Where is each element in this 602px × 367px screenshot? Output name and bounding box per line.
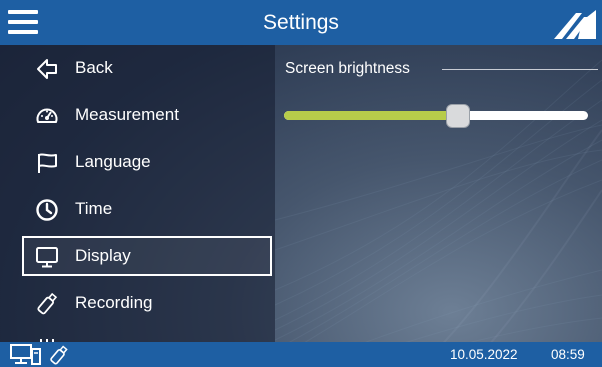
settings-sidebar: Back Measurement Language Time Display R… (0, 45, 275, 342)
sidebar-item-label: Back (75, 58, 113, 77)
usb-stick-icon (37, 292, 58, 315)
sidebar-item-measurement[interactable]: Measurement (22, 95, 272, 135)
slider-fill (284, 111, 458, 120)
sidebar-item-back[interactable]: Back (22, 48, 272, 88)
sidebar-item-label: Display (75, 246, 131, 265)
sidebar-item-label: Measurement (75, 105, 179, 124)
slider-thumb[interactable] (446, 104, 470, 128)
monitor-icon (36, 247, 58, 268)
brand-logo-icon (554, 10, 596, 39)
sidebar-item-language[interactable]: Language (22, 142, 272, 182)
status-time: 08:59 (551, 347, 585, 362)
sidebar-item-label: Time (75, 199, 113, 218)
brightness-slider[interactable] (284, 104, 588, 128)
device-screen: Settings Back Measurement Language Time … (0, 0, 602, 367)
sidebar-item-recording[interactable]: Recording (22, 283, 272, 323)
status-bar: 10.05.2022 08:59 (0, 342, 602, 367)
gauge-icon (36, 108, 58, 123)
sidebar-item-label: Recording (75, 293, 153, 312)
sidebar-item-display[interactable]: Display (22, 236, 272, 276)
sidebar-item-time[interactable]: Time (22, 189, 272, 229)
clock-icon (36, 199, 58, 221)
back-arrow-icon (37, 59, 57, 79)
usb-stick-icon (50, 345, 68, 365)
computer-connection-icon (10, 344, 41, 365)
flag-icon (38, 153, 57, 173)
sidebar-item-label: Language (75, 152, 151, 171)
section-divider (442, 69, 598, 70)
status-date: 10.05.2022 (450, 347, 518, 362)
title-bar: Settings (0, 0, 602, 45)
screen-brightness-label: Screen brightness (285, 60, 410, 77)
page-title: Settings (263, 11, 339, 34)
